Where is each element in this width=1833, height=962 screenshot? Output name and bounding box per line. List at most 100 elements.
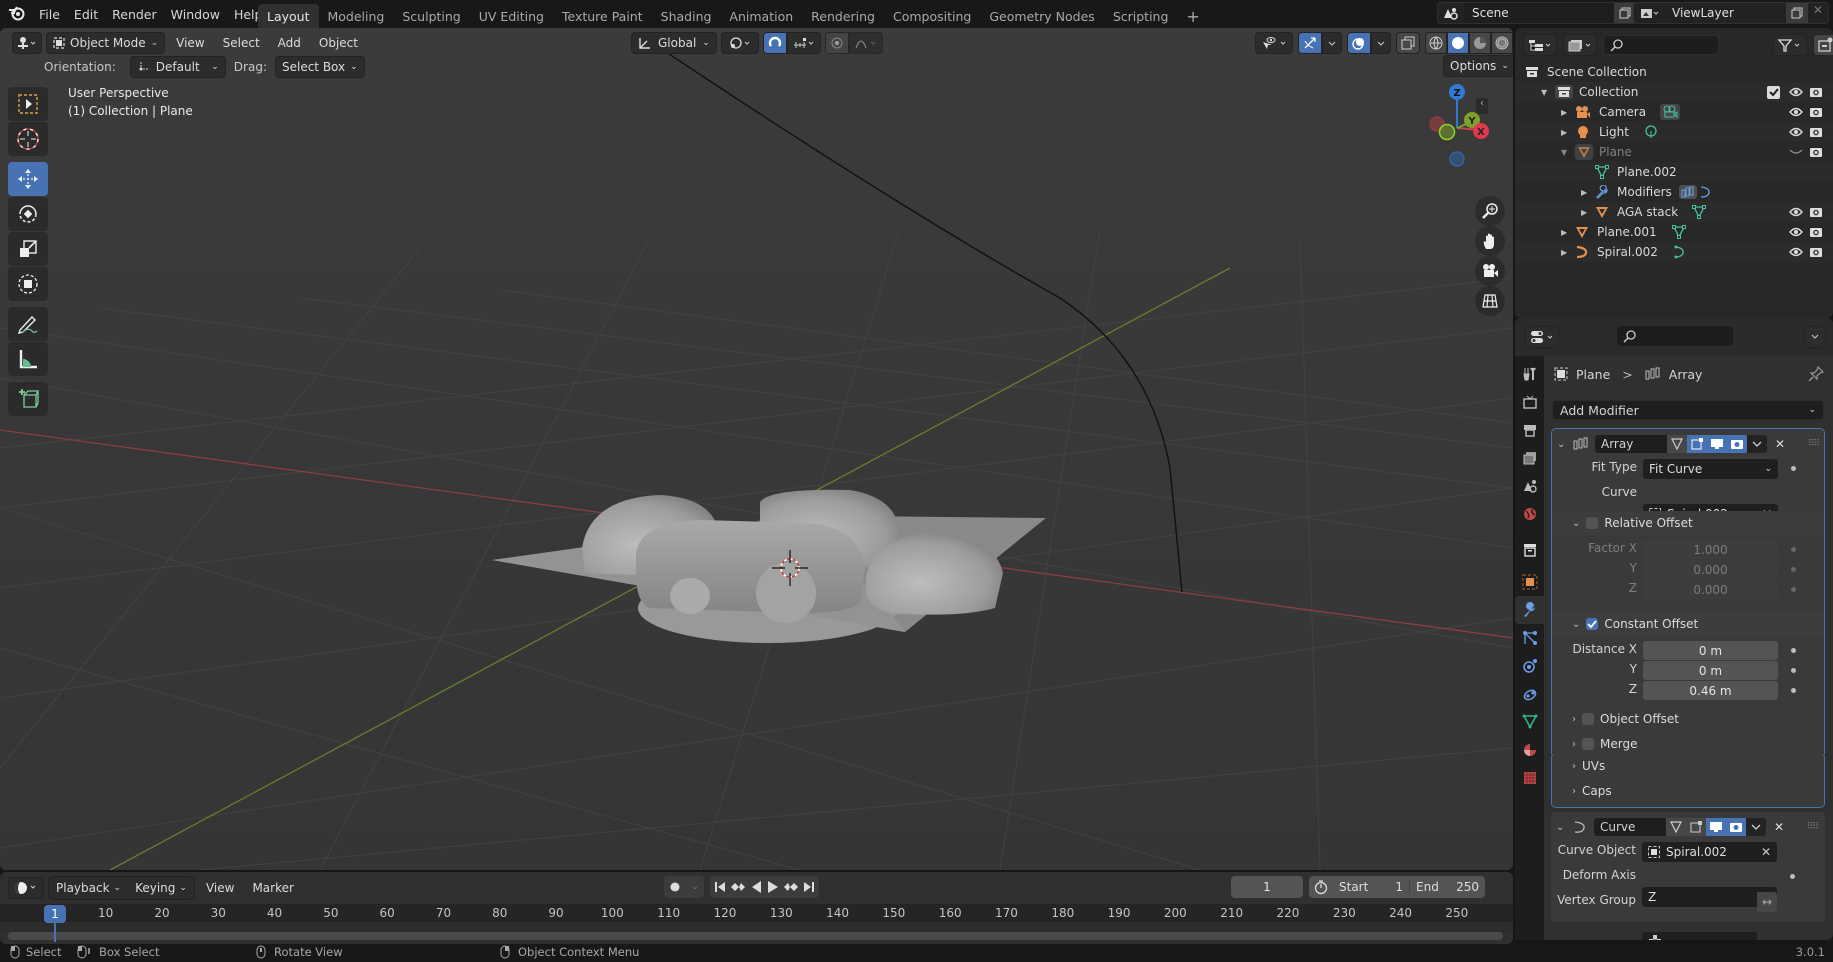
uvs-subpanel-header[interactable]: › UVs bbox=[1552, 754, 1824, 778]
new-viewlayer-icon[interactable] bbox=[1786, 3, 1808, 23]
delete-viewlayer-icon[interactable]: ✕ bbox=[1808, 3, 1828, 23]
render-camera-icon[interactable] bbox=[1809, 125, 1823, 139]
on-cage-toggle-icon[interactable] bbox=[1687, 435, 1707, 453]
blender-logo-icon[interactable] bbox=[8, 5, 26, 21]
distance-x-field[interactable]: 0 m bbox=[1643, 641, 1778, 660]
hidden-eye-icon[interactable] bbox=[1789, 145, 1803, 159]
selectability-visibility-button[interactable] bbox=[1255, 32, 1293, 54]
render-camera-icon[interactable] bbox=[1809, 245, 1823, 259]
curve-data-icon[interactable] bbox=[1672, 245, 1686, 259]
viewport-display-toggle-icon[interactable] bbox=[1706, 818, 1726, 836]
neg-z-axis-icon[interactable] bbox=[1449, 151, 1465, 167]
tab-sculpting[interactable]: Sculpting bbox=[393, 4, 469, 28]
solid-shading-icon[interactable] bbox=[1447, 32, 1469, 54]
render-camera-icon[interactable] bbox=[1809, 205, 1823, 219]
curve-modifier-name-field[interactable]: Curve bbox=[1594, 818, 1666, 836]
xray-toggle-icon[interactable] bbox=[1396, 32, 1420, 54]
keyframe-dot-icon[interactable] bbox=[1791, 648, 1796, 653]
navigation-gizmo[interactable]: Y Z X bbox=[1415, 80, 1505, 190]
cursor-tool-icon[interactable] bbox=[8, 122, 48, 156]
sidebar-toggle-button[interactable]: ‹ bbox=[1476, 98, 1488, 114]
orthographic-toggle-icon[interactable] bbox=[1475, 286, 1505, 316]
edit-mode-toggle-icon[interactable] bbox=[1666, 818, 1686, 836]
pan-view-icon[interactable] bbox=[1475, 226, 1505, 256]
output-tab-icon[interactable] bbox=[1515, 416, 1544, 444]
snap-target-button[interactable] bbox=[786, 32, 821, 54]
collection-tab-icon[interactable] bbox=[1515, 536, 1544, 564]
current-frame-field[interactable]: 1 bbox=[1231, 876, 1303, 898]
menu-view[interactable]: View bbox=[169, 32, 211, 54]
exclude-checkbox[interactable] bbox=[1767, 85, 1780, 99]
relative-offset-checkbox[interactable] bbox=[1586, 517, 1599, 529]
transform-orientation-selector[interactable]: Global ⌄ bbox=[631, 32, 717, 54]
clear-field-icon[interactable]: ✕ bbox=[1761, 845, 1771, 859]
transform-tool-icon[interactable] bbox=[8, 267, 48, 301]
scene-tab-icon[interactable] bbox=[1515, 472, 1544, 500]
proportional-edit-icon[interactable] bbox=[824, 32, 849, 54]
render-toggle-icon[interactable] bbox=[1727, 435, 1747, 453]
playback-menu[interactable]: Playback ⌄ bbox=[49, 877, 128, 899]
remove-modifier-icon[interactable]: ✕ bbox=[1774, 820, 1784, 834]
scale-tool-icon[interactable] bbox=[8, 232, 48, 266]
outliner-row-spiral-002[interactable]: ▶ Spiral.002 bbox=[1515, 242, 1833, 262]
remove-modifier-icon[interactable]: ✕ bbox=[1775, 437, 1785, 451]
menu-object[interactable]: Object bbox=[312, 32, 365, 54]
viewlayer-name-field[interactable]: ViewLayer bbox=[1664, 3, 1786, 23]
annotate-tool-icon[interactable] bbox=[8, 307, 48, 341]
render-camera-icon[interactable] bbox=[1809, 145, 1823, 159]
zoom-view-icon[interactable] bbox=[1475, 196, 1505, 226]
tab-geometry-nodes[interactable]: Geometry Nodes bbox=[980, 4, 1103, 28]
outliner-row-plane-001[interactable]: ▶ Plane.001 bbox=[1515, 222, 1833, 242]
orientation-default-selector[interactable]: Default ⌄ bbox=[129, 56, 226, 78]
constant-offset-subpanel-header[interactable]: ⌄ Constant Offset bbox=[1552, 612, 1824, 636]
curve-modifier-icon[interactable] bbox=[1699, 185, 1711, 199]
scene-name-field[interactable]: Scene bbox=[1464, 3, 1614, 23]
3d-viewport[interactable]: Object Mode ⌄ View Select Add Object Glo… bbox=[0, 28, 1513, 870]
render-camera-icon[interactable] bbox=[1809, 85, 1823, 99]
outliner-row-plane-002[interactable]: Plane.002 bbox=[1515, 162, 1833, 182]
keyframe-dot-icon[interactable] bbox=[1791, 688, 1796, 693]
array-modifier-name-field[interactable]: Array bbox=[1595, 435, 1667, 453]
end-frame-field[interactable]: End 250 bbox=[1409, 880, 1485, 894]
collapse-chevron-icon[interactable]: ⌄ bbox=[1556, 822, 1572, 833]
keying-options-chevron-icon[interactable]: ⌄ bbox=[686, 882, 704, 892]
constraints-tab-icon[interactable] bbox=[1515, 680, 1544, 708]
scene-collection-row[interactable]: Scene Collection bbox=[1515, 62, 1833, 82]
keyframe-dot-icon[interactable] bbox=[1790, 874, 1795, 879]
snap-toggle-icon[interactable] bbox=[762, 32, 787, 54]
factor-y-field[interactable]: 0.000 bbox=[1643, 560, 1778, 579]
keying-menu[interactable]: Keying ⌄ bbox=[128, 877, 194, 899]
wireframe-shading-icon[interactable] bbox=[1425, 32, 1447, 54]
particles-tab-icon[interactable] bbox=[1515, 624, 1544, 652]
outliner-row-modifiers[interactable]: ▶ Modifiers bbox=[1515, 182, 1833, 202]
next-keyframe-icon[interactable] bbox=[783, 880, 799, 894]
options-button[interactable]: Options ⌄ bbox=[1443, 55, 1513, 77]
render-tab-icon[interactable] bbox=[1515, 388, 1544, 416]
visibility-eye-icon[interactable] bbox=[1789, 105, 1803, 119]
menu-window[interactable]: Window bbox=[164, 2, 227, 26]
relative-offset-subpanel-header[interactable]: ⌄ Relative Offset bbox=[1552, 511, 1824, 535]
tab-texture-paint[interactable]: Texture Paint bbox=[553, 4, 652, 28]
properties-editor-type-button[interactable] bbox=[1525, 326, 1559, 348]
prev-keyframe-icon[interactable] bbox=[730, 880, 746, 894]
physics-tab-icon[interactable] bbox=[1515, 652, 1544, 680]
expand-triangle-icon[interactable]: ▶ bbox=[1561, 108, 1575, 117]
pivot-point-button[interactable] bbox=[720, 32, 759, 54]
marker-menu[interactable]: Marker bbox=[245, 877, 300, 899]
invert-vertex-group-icon[interactable]: ↔ bbox=[1757, 892, 1777, 912]
expand-triangle-icon[interactable]: ▶ bbox=[1561, 128, 1575, 137]
visibility-eye-icon[interactable] bbox=[1789, 245, 1803, 259]
viewport-display-toggle-icon[interactable] bbox=[1707, 435, 1727, 453]
camera-view-icon[interactable] bbox=[1475, 256, 1505, 286]
modifier-tab-icon[interactable] bbox=[1515, 596, 1544, 624]
jump-to-start-icon[interactable] bbox=[713, 880, 727, 894]
outliner-row-aga-stack[interactable]: ▶ AGA stack bbox=[1515, 202, 1833, 222]
keyframe-dot-icon[interactable] bbox=[1791, 587, 1796, 592]
render-camera-icon[interactable] bbox=[1809, 225, 1823, 239]
tool-tab-icon[interactable] bbox=[1515, 360, 1544, 388]
overlays-toggle-icon[interactable] bbox=[1347, 32, 1371, 54]
collapse-chevron-icon[interactable]: ⌄ bbox=[1557, 439, 1573, 450]
viewlayer-selector[interactable]: ViewLayer ✕ bbox=[1633, 2, 1829, 24]
overlays-options-button[interactable] bbox=[1371, 32, 1391, 54]
render-toggle-icon[interactable] bbox=[1726, 818, 1746, 836]
